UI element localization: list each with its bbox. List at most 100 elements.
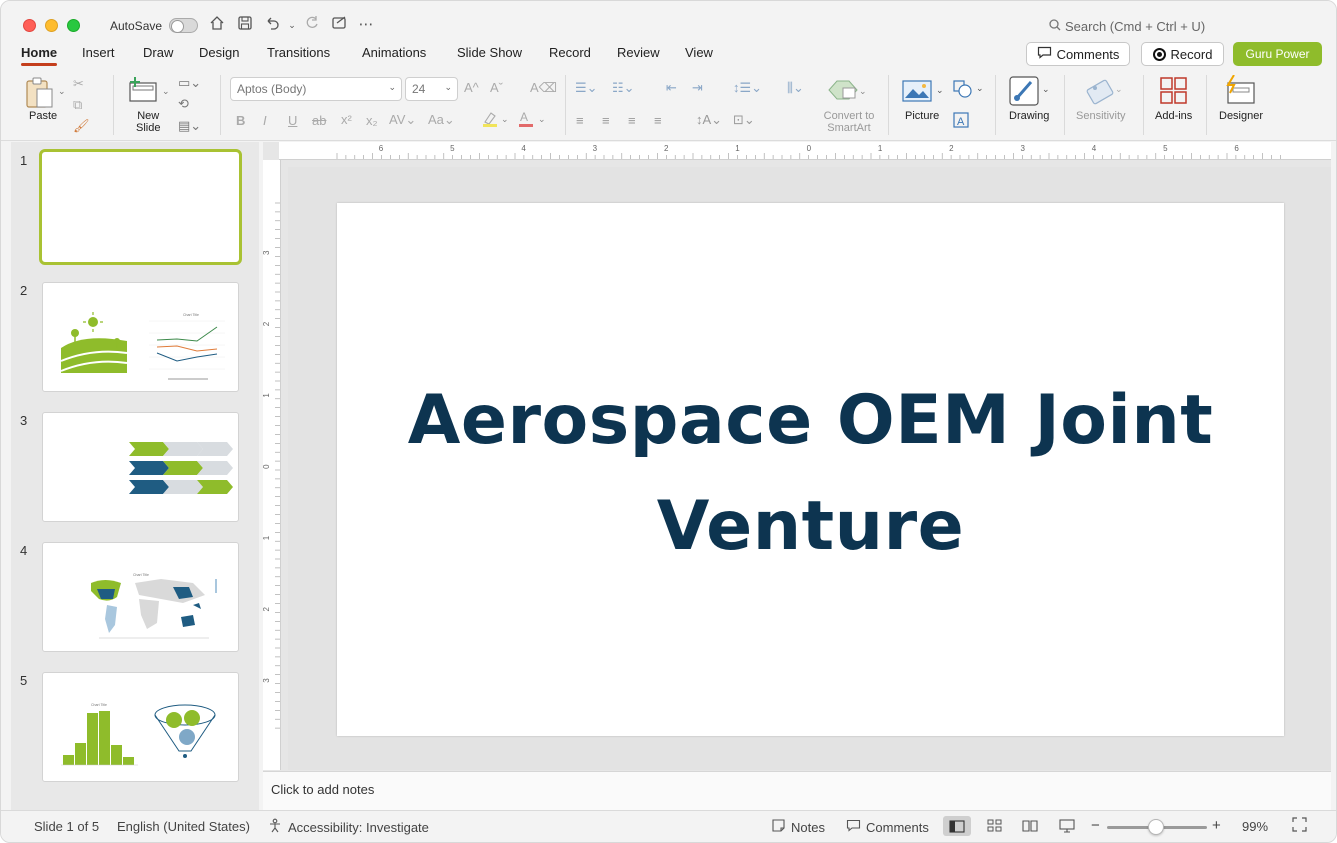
undo-dropdown-icon[interactable]: ⌄ <box>282 15 302 35</box>
reset-icon[interactable]: ⟲ <box>178 96 189 112</box>
comments-button[interactable]: Comments <box>1026 42 1130 66</box>
underline-icon[interactable]: U <box>288 113 297 129</box>
tab-view[interactable]: View <box>685 45 713 60</box>
font-color-icon[interactable]: A ⌄ <box>518 110 548 132</box>
cut-icon[interactable]: ✂ <box>73 76 84 92</box>
current-slide[interactable]: Aerospace OEM Joint Venture <box>337 203 1284 736</box>
align-center-icon[interactable]: ≡ <box>602 113 610 129</box>
highlight-icon[interactable]: ⌄ <box>481 110 511 132</box>
decrease-font-icon[interactable]: Aˇ <box>490 80 503 96</box>
tab-record[interactable]: Record <box>549 45 591 60</box>
zoom-level[interactable]: 99% <box>1242 819 1268 834</box>
subscript-icon[interactable]: x₂ <box>366 113 378 129</box>
slide-title[interactable]: Aerospace OEM Joint Venture <box>397 368 1224 580</box>
home-icon[interactable] <box>207 15 227 35</box>
language-indicator[interactable]: English (United States) <box>117 819 250 834</box>
tab-review[interactable]: Review <box>617 45 660 60</box>
numbering-icon[interactable]: ☷⌄ <box>612 80 635 96</box>
normal-view-icon <box>949 819 965 833</box>
text-direction-icon[interactable]: ↕A⌄ <box>696 112 722 128</box>
italic-icon[interactable]: I <box>263 113 267 129</box>
tab-animations[interactable]: Animations <box>362 45 426 60</box>
search-box[interactable]: Search (Cmd + Ctrl + U) <box>1049 19 1205 34</box>
reading-view-button[interactable] <box>1016 816 1044 836</box>
change-case-icon[interactable]: Aa⌄ <box>428 112 455 128</box>
slideshow-view-button[interactable] <box>1053 816 1081 836</box>
slide-thumbnail-2[interactable]: Chart Title <box>42 282 239 392</box>
tab-transitions[interactable]: Transitions <box>267 45 330 60</box>
tab-design[interactable]: Design <box>199 45 239 60</box>
clear-formatting-icon[interactable]: A⌫ <box>530 80 557 96</box>
columns-icon[interactable]: ⫼⌄ <box>787 80 804 96</box>
picture-icon[interactable]: ⌄ <box>902 79 946 106</box>
new-slide-dropdown-icon[interactable]: ⌄ <box>162 83 170 99</box>
align-left-icon[interactable]: ≡ <box>576 113 584 129</box>
superscript-icon[interactable]: x² <box>341 112 352 128</box>
paste-dropdown-icon[interactable]: ⌄ <box>58 83 66 99</box>
character-spacing-icon[interactable]: AV⌄ <box>389 112 416 128</box>
slide-thumbnail-1[interactable] <box>39 149 242 265</box>
present-icon[interactable] <box>329 15 349 35</box>
paste-icon[interactable] <box>25 77 55 112</box>
close-window-button[interactable] <box>23 19 36 32</box>
svg-text:⌄: ⌄ <box>501 114 509 124</box>
slide-thumbnail-4[interactable]: Chart Title <box>42 542 239 652</box>
svg-text:A: A <box>957 116 965 128</box>
new-slide-icon[interactable] <box>128 77 158 106</box>
tab-insert[interactable]: Insert <box>82 45 115 60</box>
zoom-slider-handle[interactable] <box>1148 819 1164 835</box>
guru-power-button[interactable]: Guru Power <box>1233 42 1322 66</box>
fit-to-window-icon[interactable] <box>1292 817 1307 835</box>
new-slide-label-line1: New <box>137 110 160 122</box>
decrease-indent-icon[interactable]: ⇤ <box>666 80 677 96</box>
notes-button[interactable]: Notes <box>771 817 825 837</box>
font-size-select[interactable]: 24 ⌄ <box>405 77 458 101</box>
slide-sorter-button[interactable] <box>981 816 1009 836</box>
save-icon[interactable] <box>235 15 255 35</box>
slide-thumbnail-3[interactable] <box>42 412 239 522</box>
align-right-icon[interactable]: ≡ <box>628 113 636 129</box>
accessibility-button[interactable]: Accessibility: Investigate <box>268 817 429 837</box>
ruler-label: 5 <box>450 144 455 153</box>
justify-icon[interactable]: ≡ <box>654 113 662 129</box>
comment-icon <box>1037 46 1052 62</box>
copy-icon[interactable]: ⧉ <box>73 97 82 113</box>
zoom-window-button[interactable] <box>67 19 80 32</box>
shapes-icon[interactable]: ⌄ <box>952 79 986 102</box>
align-text-icon[interactable]: ⊡⌄ <box>733 112 755 128</box>
tab-slide-show[interactable]: Slide Show <box>457 45 522 60</box>
bullets-icon[interactable]: ☰⌄ <box>575 80 598 96</box>
section-icon[interactable]: ▤⌄ <box>178 118 201 134</box>
increase-indent-icon[interactable]: ⇥ <box>692 80 703 96</box>
addins-icon[interactable] <box>1159 76 1189 109</box>
smartart-icon[interactable]: ⌄ <box>827 78 867 105</box>
redo-icon[interactable] <box>302 15 322 35</box>
zoom-out-icon[interactable]: − <box>1091 817 1100 834</box>
format-painter-icon[interactable]: 🖌 <box>73 118 90 134</box>
text-box-icon[interactable]: A <box>952 111 970 132</box>
designer-icon[interactable] <box>1224 74 1258 108</box>
autosave-toggle[interactable] <box>169 18 198 33</box>
sensitivity-icon[interactable]: ⌄ <box>1085 76 1125 109</box>
record-button[interactable]: Record <box>1141 42 1224 66</box>
undo-icon[interactable] <box>262 15 282 35</box>
status-comments-button[interactable]: Comments <box>846 817 929 837</box>
tab-draw[interactable]: Draw <box>143 45 173 60</box>
search-icon <box>1049 19 1061 34</box>
slide-thumbnail-5[interactable]: Chart Title <box>42 672 239 782</box>
tab-home[interactable]: Home <box>21 45 58 66</box>
notes-pane[interactable]: Click to add notes <box>263 771 1331 810</box>
line-spacing-icon[interactable]: ↕☰⌄ <box>733 80 762 96</box>
layout-icon[interactable]: ▭⌄ <box>178 75 201 91</box>
drawing-icon[interactable]: ⌄ <box>1009 76 1053 109</box>
minimize-window-button[interactable] <box>45 19 58 32</box>
more-icon[interactable]: ⋯ <box>356 15 376 35</box>
zoom-in-icon[interactable]: + <box>1212 817 1221 834</box>
increase-font-icon[interactable]: A^ <box>464 80 479 96</box>
bold-icon[interactable]: B <box>236 113 245 129</box>
normal-view-button[interactable] <box>943 816 971 836</box>
font-name-select[interactable]: Aptos (Body) ⌄ <box>230 77 402 101</box>
thumbnail-chevron-process <box>129 442 233 494</box>
convert-smartart-line1: Convert to <box>823 110 875 122</box>
strikethrough-icon[interactable]: ab <box>312 113 326 129</box>
